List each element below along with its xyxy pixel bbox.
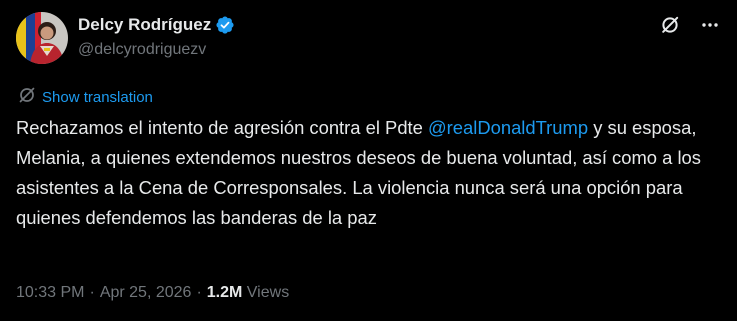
meta-separator: · xyxy=(89,284,95,301)
tweet-meta: 10:33 PM · Apr 25, 2026 · 1.2M Views xyxy=(16,284,289,302)
handle[interactable]: @delcyrodriguezv xyxy=(78,41,235,59)
author-names: Delcy Rodríguez @delcyrodriguezv xyxy=(78,14,235,59)
views-label: Views xyxy=(246,284,290,301)
display-name[interactable]: Delcy Rodríguez xyxy=(78,15,211,35)
show-translation-label: Show translation xyxy=(42,89,153,106)
tweet-time[interactable]: 10:33 PM xyxy=(16,284,84,301)
tweet-header: Delcy Rodríguez @delcyrodriguezv xyxy=(16,12,721,68)
grok-icon[interactable] xyxy=(659,14,681,36)
verified-badge-icon[interactable] xyxy=(215,15,235,35)
translate-icon xyxy=(18,86,36,109)
views-count: 1.2M xyxy=(206,284,243,301)
more-icon[interactable] xyxy=(699,14,721,36)
header-actions xyxy=(659,14,721,36)
show-translation-button[interactable]: Show translation xyxy=(18,86,153,109)
avatar[interactable] xyxy=(16,12,68,64)
tweet-text: Rechazamos el intento de agresión contra… xyxy=(16,113,716,233)
avatar-image xyxy=(16,12,68,64)
tweet-date[interactable]: Apr 25, 2026 xyxy=(100,284,192,301)
tweet: Delcy Rodríguez @delcyrodriguezv Show tr… xyxy=(0,0,737,321)
tweet-text-start: Rechazamos el intento de agresión contra… xyxy=(16,117,428,138)
name-row: Delcy Rodríguez xyxy=(78,14,235,36)
mention-link[interactable]: @realDonaldTrump xyxy=(428,117,588,138)
meta-separator: · xyxy=(196,284,202,301)
